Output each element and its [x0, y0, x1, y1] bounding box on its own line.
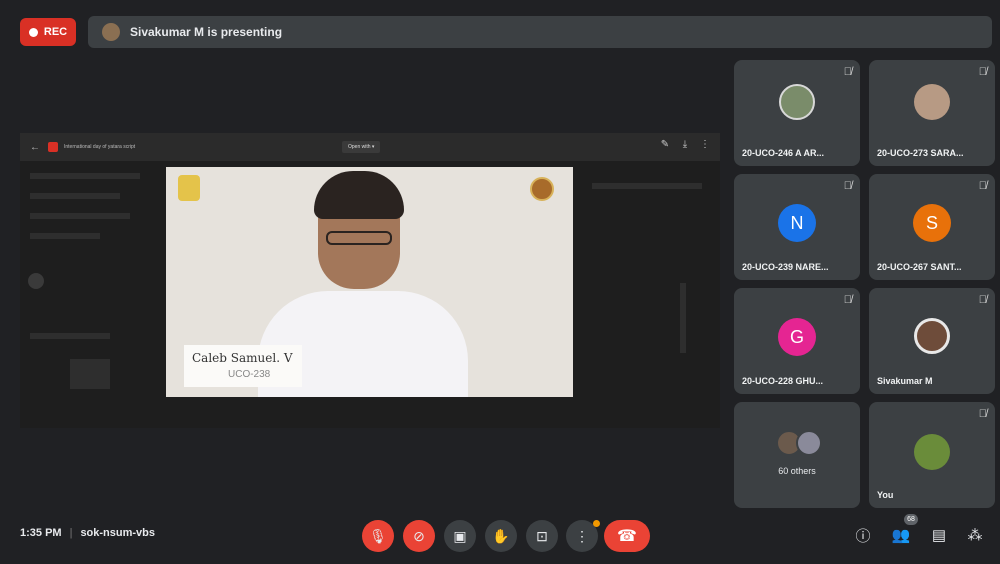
- blurred-panel-line: [592, 183, 702, 189]
- others-tile[interactable]: 60 others: [734, 402, 860, 508]
- captions-icon: ▣: [453, 527, 467, 544]
- activities-button[interactable]: ⁂: [964, 524, 986, 546]
- participant-tile[interactable]: 🎙̸ S 20-UCO-267 SANT...: [869, 174, 995, 280]
- mic-off-icon: 🎙̸: [843, 180, 852, 192]
- others-count: 60 others: [778, 466, 816, 476]
- notification-dot: [593, 520, 600, 527]
- back-arrow-icon: ←: [30, 141, 40, 153]
- chat-icon: ▤: [931, 527, 947, 544]
- blurred-panel-line: [30, 213, 130, 219]
- phone-hangup-icon: ☎: [617, 528, 637, 545]
- participant-name: Sivakumar M: [877, 376, 933, 386]
- meeting-time: 1:35 PM: [20, 527, 62, 539]
- blurred-panel-block: [70, 359, 110, 389]
- speaker-name-tag: Caleb Samuel. V UCO-238: [184, 345, 302, 387]
- present-screen-icon: ⊡: [536, 527, 548, 544]
- participant-name: 20-UCO-228 GHU...: [742, 376, 824, 386]
- recording-indicator: REC: [20, 18, 76, 46]
- viewer-toolbar: ← International day of yatara script Ope…: [20, 133, 720, 161]
- participant-avatar-letter: G: [778, 318, 816, 356]
- meeting-details-button[interactable]: ⓘ: [852, 524, 874, 546]
- mic-off-icon: 🎙̸: [978, 66, 987, 78]
- presenting-banner[interactable]: Sivakumar M is presenting: [88, 16, 992, 48]
- shared-screen: ← International day of yatara script Ope…: [20, 133, 720, 428]
- participant-avatar-letter: N: [778, 204, 816, 242]
- people-button[interactable]: 👥: [890, 524, 912, 546]
- presenting-text: Sivakumar M is presenting: [130, 25, 283, 39]
- others-avatars: [776, 430, 822, 456]
- mic-off-icon: 🎙̸: [978, 408, 987, 420]
- presenter-avatar: [102, 23, 120, 41]
- raise-hand-button[interactable]: ✋: [485, 520, 517, 552]
- people-count-badge: 68: [904, 514, 918, 525]
- activities-icon: ⁂: [967, 527, 983, 544]
- microphone-off-icon: 🎙: [369, 527, 387, 544]
- record-dot-icon: [28, 27, 38, 37]
- self-name: You: [877, 490, 894, 500]
- camera-off-icon: ⊘: [413, 527, 425, 544]
- present-button[interactable]: ⊡: [526, 520, 558, 552]
- participant-tile[interactable]: 🎙̸ 20-UCO-273 SARA...: [869, 60, 995, 166]
- speaker-name: Caleb Samuel. V: [192, 351, 293, 365]
- participant-tile[interactable]: 🎙̸ N 20-UCO-239 NARE...: [734, 174, 860, 280]
- participant-name: 20-UCO-267 SANT...: [877, 262, 962, 272]
- mic-toggle-button[interactable]: 🎙: [362, 520, 394, 552]
- more-vert-icon: ⋮: [700, 139, 710, 150]
- blurred-panel-line: [30, 233, 100, 239]
- download-icon: ⤓: [682, 139, 688, 150]
- meeting-info: 1:35 PM | sok-nsum-vbs: [20, 527, 155, 539]
- self-photo: [914, 434, 950, 470]
- participant-name: 20-UCO-239 NARE...: [742, 262, 829, 272]
- captions-button[interactable]: ▣: [444, 520, 476, 552]
- participant-name: 20-UCO-246 A AR...: [742, 148, 825, 158]
- mic-off-icon: 🎙̸: [978, 294, 987, 306]
- blurred-panel-line: [30, 173, 140, 179]
- info-icon: ⓘ: [855, 527, 871, 545]
- blurred-panel-line: [30, 333, 110, 339]
- emblem-logo-icon: [530, 177, 554, 201]
- video-frame: Caleb Samuel. V UCO-238: [166, 167, 573, 397]
- participant-name: 20-UCO-273 SARA...: [877, 148, 964, 158]
- meeting-separator: |: [69, 527, 73, 539]
- blurred-panel-line: [30, 193, 120, 199]
- people-icon: 👥: [891, 527, 911, 544]
- blurred-panel-icon: [28, 273, 44, 289]
- mic-off-icon: 🎙̸: [978, 180, 987, 192]
- participant-avatar-letter: S: [913, 204, 951, 242]
- hand-icon: ✋: [492, 527, 510, 544]
- meeting-code[interactable]: sok-nsum-vbs: [80, 527, 155, 539]
- college-logo-icon: [178, 175, 200, 201]
- pdf-icon: [48, 142, 58, 152]
- participant-photo: [779, 84, 815, 120]
- blurred-scrollbar: [680, 283, 686, 353]
- speaker-glasses: [326, 231, 392, 245]
- chat-button[interactable]: ▤: [928, 524, 950, 546]
- self-tile[interactable]: 🎙̸ You: [869, 402, 995, 508]
- participant-photo: [914, 84, 950, 120]
- mic-off-icon: 🎙̸: [843, 294, 852, 306]
- participant-tile[interactable]: 🎙̸ G 20-UCO-228 GHU...: [734, 288, 860, 394]
- mic-off-icon: 🎙̸: [843, 66, 852, 78]
- camera-toggle-button[interactable]: ⊘: [403, 520, 435, 552]
- participant-tile[interactable]: 🎙̸ 20-UCO-246 A AR...: [734, 60, 860, 166]
- speaker-id: UCO-238: [228, 369, 271, 380]
- file-name: International day of yatara script: [64, 144, 136, 150]
- more-vert-icon: ⋮: [575, 527, 589, 544]
- add-to-drive-icon: ✎: [660, 139, 670, 150]
- end-call-button[interactable]: ☎: [604, 520, 650, 552]
- recording-label: REC: [43, 26, 68, 38]
- open-with-button: Open with ▾: [342, 141, 381, 153]
- participant-tile[interactable]: 🎙̸ Sivakumar M: [869, 288, 995, 394]
- others-avatar: [796, 430, 822, 456]
- speaker-hair: [314, 171, 404, 219]
- participant-photo: [914, 318, 950, 354]
